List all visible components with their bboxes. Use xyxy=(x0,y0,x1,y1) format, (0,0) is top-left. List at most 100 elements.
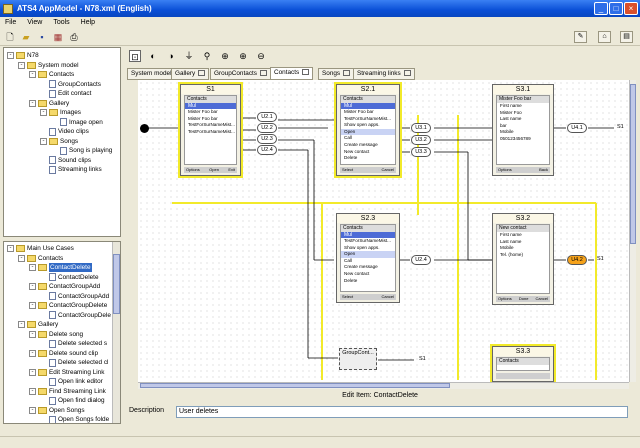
tab-streaming-links[interactable]: Streaming links xyxy=(353,68,415,80)
transition-pill[interactable]: U2.4 xyxy=(411,255,431,265)
open-folder-icon[interactable]: ▰ xyxy=(20,31,32,43)
transition-pill[interactable]: U2.3 xyxy=(257,134,277,144)
tree-item[interactable]: Open link editor xyxy=(40,377,103,386)
transition-pill[interactable]: U2.4 xyxy=(257,145,277,155)
display-item[interactable]: Call xyxy=(341,258,395,265)
menu-view[interactable]: View xyxy=(27,19,42,26)
collapse-toggle-icon[interactable]: - xyxy=(29,349,36,357)
softkey-label[interactable]: Select xyxy=(342,294,353,300)
display-item[interactable]: Mister Foo bar xyxy=(341,109,395,116)
softkey-label[interactable]: Open xyxy=(209,167,219,173)
screen-s33[interactable]: S3.3 Contacts xyxy=(490,344,556,382)
tree-item[interactable]: Song is playing xyxy=(51,146,112,155)
transition-pill[interactable]: U4.2 xyxy=(567,255,587,265)
tab-system-model[interactable]: System model xyxy=(127,68,176,80)
tab-close-icon[interactable] xyxy=(302,69,310,76)
group-node[interactable]: GroupCont... xyxy=(339,348,377,370)
tree-item[interactable]: ContactGroupDele xyxy=(40,311,111,320)
display-item[interactable]: Open xyxy=(341,251,395,258)
tree-item[interactable]: - Find Streaming Link xyxy=(29,387,106,396)
tree-item[interactable]: - Main Use Cases xyxy=(7,244,74,253)
minimize-button[interactable]: _ xyxy=(594,2,608,15)
collapse-toggle-icon[interactable]: - xyxy=(18,61,25,69)
transition-pill[interactable]: U2.1 xyxy=(257,112,277,122)
collapse-toggle-icon[interactable]: - xyxy=(29,283,36,290)
diagram-canvas[interactable]: S1 Contacts Mul Mister Foo bar Mister Foo ba… xyxy=(138,80,629,382)
display-item[interactable]: Delete xyxy=(341,155,395,162)
display-item[interactable]: First name xyxy=(497,232,549,239)
tree-item[interactable]: - Images xyxy=(40,108,81,117)
tool-icon-2[interactable]: ⌂ xyxy=(598,31,611,43)
softkey-label[interactable]: Cancel xyxy=(382,167,394,173)
screen-s32[interactable]: S3.2 New contact First name Last name Mobile… xyxy=(492,213,554,305)
tree-item[interactable]: Delete selected cl xyxy=(40,358,108,367)
collapse-toggle-icon[interactable]: - xyxy=(29,330,36,338)
display-item[interactable]: First name xyxy=(497,103,549,110)
menu-help[interactable]: Help xyxy=(81,19,95,26)
next-icon[interactable]: ◑ xyxy=(165,50,177,62)
tree-item[interactable]: - Delete song xyxy=(29,330,83,339)
display-item[interactable]: TestForSurNameMist... xyxy=(185,122,236,129)
display-item[interactable]: Last name xyxy=(497,116,549,123)
collapse-toggle-icon[interactable]: - xyxy=(29,302,36,309)
canvas-vscroll[interactable] xyxy=(629,80,636,382)
new-file-icon[interactable]: 🗋 xyxy=(4,31,16,43)
collapse-toggle-icon[interactable]: - xyxy=(40,109,47,116)
tree-item[interactable]: - Songs xyxy=(40,137,78,146)
tree-item[interactable]: Image open xyxy=(51,118,103,127)
menu-file[interactable]: File xyxy=(5,19,16,26)
collapse-toggle-icon[interactable]: - xyxy=(18,321,25,328)
collapse-toggle-icon[interactable]: - xyxy=(29,99,36,107)
softkey-label[interactable]: Exit xyxy=(228,167,235,173)
screen-s1[interactable]: S1 Contacts Mul Mister Foo bar Mister Foo ba… xyxy=(178,82,243,178)
menu-tools[interactable]: Tools xyxy=(53,19,69,26)
display-item[interactable]: Mobile xyxy=(497,245,549,252)
tree-item[interactable]: - Gallery xyxy=(29,99,69,108)
zoom-out-icon[interactable]: ⊖ xyxy=(255,50,267,62)
display-item[interactable]: Create message xyxy=(341,142,395,149)
collapse-toggle-icon[interactable]: - xyxy=(29,368,36,376)
tree-item[interactable]: - Delete sound clip xyxy=(29,349,98,358)
tree-item[interactable]: Open find dialog xyxy=(40,396,105,405)
tree-item[interactable]: - Gallery xyxy=(18,320,58,329)
display-item[interactable]: Mister Foo bar xyxy=(185,116,236,123)
tree-item[interactable]: Sound clips xyxy=(40,156,91,165)
start-node[interactable] xyxy=(140,124,149,133)
display-item[interactable]: Create message xyxy=(341,264,395,271)
tree-item[interactable]: - ContactGroupAdd xyxy=(29,282,100,291)
tree-item[interactable]: - N78 xyxy=(7,51,39,60)
display-item[interactable]: New contact xyxy=(341,271,395,278)
screen-s21[interactable]: S2.1 Contacts Mul Mister Foo bar TestForSurN… xyxy=(334,82,402,178)
collapse-toggle-icon[interactable]: - xyxy=(7,245,14,252)
display-item[interactable]: Show open apps. xyxy=(341,245,395,252)
tool-icon-3[interactable]: ▤ xyxy=(620,31,633,43)
collapse-toggle-icon[interactable]: - xyxy=(29,406,36,414)
maximize-button[interactable]: □ xyxy=(609,2,623,15)
fit-view-icon[interactable]: ⊡ xyxy=(129,50,141,62)
display-item[interactable]: Mobile xyxy=(497,129,549,136)
zoom-in-icon[interactable]: ⊕ xyxy=(237,50,249,62)
tree-item[interactable]: - ContactGroupDelete xyxy=(29,301,107,310)
softkey-label[interactable]: Cancel xyxy=(536,296,548,302)
tree-item[interactable]: Streaming links xyxy=(40,165,102,174)
transition-pill[interactable]: U4.1 xyxy=(567,123,587,133)
transition-pill[interactable]: U3.2 xyxy=(411,135,431,145)
tree-item[interactable]: - Edit Streaming Link xyxy=(29,368,104,377)
screen-s31[interactable]: S3.1 Mister Foo bar First name Mister Foo La… xyxy=(492,84,554,176)
tab-contacts[interactable]: Contacts xyxy=(270,67,314,80)
softkey-label[interactable]: Done xyxy=(519,296,529,302)
prev-icon[interactable]: ◐ xyxy=(147,50,159,62)
tab-groupcontacts[interactable]: GroupContacts xyxy=(210,68,271,80)
tab-close-icon[interactable] xyxy=(198,70,206,77)
softkey-label[interactable]: Options xyxy=(186,167,200,173)
description-field[interactable]: User deletes xyxy=(176,406,628,418)
collapse-toggle-icon[interactable]: - xyxy=(18,254,25,262)
display-item[interactable]: Mister Foo xyxy=(497,110,549,117)
softkey-label[interactable]: Back xyxy=(539,167,548,173)
tree-item[interactable]: - Contacts xyxy=(18,254,63,263)
collapse-toggle-icon[interactable]: - xyxy=(40,137,47,145)
filter-icon[interactable]: ⏚ xyxy=(183,50,195,62)
tree-item[interactable]: - Contacts xyxy=(29,70,74,79)
collapse-toggle-icon[interactable]: - xyxy=(29,387,36,395)
transition-pill[interactable]: U3.3 xyxy=(411,147,431,157)
